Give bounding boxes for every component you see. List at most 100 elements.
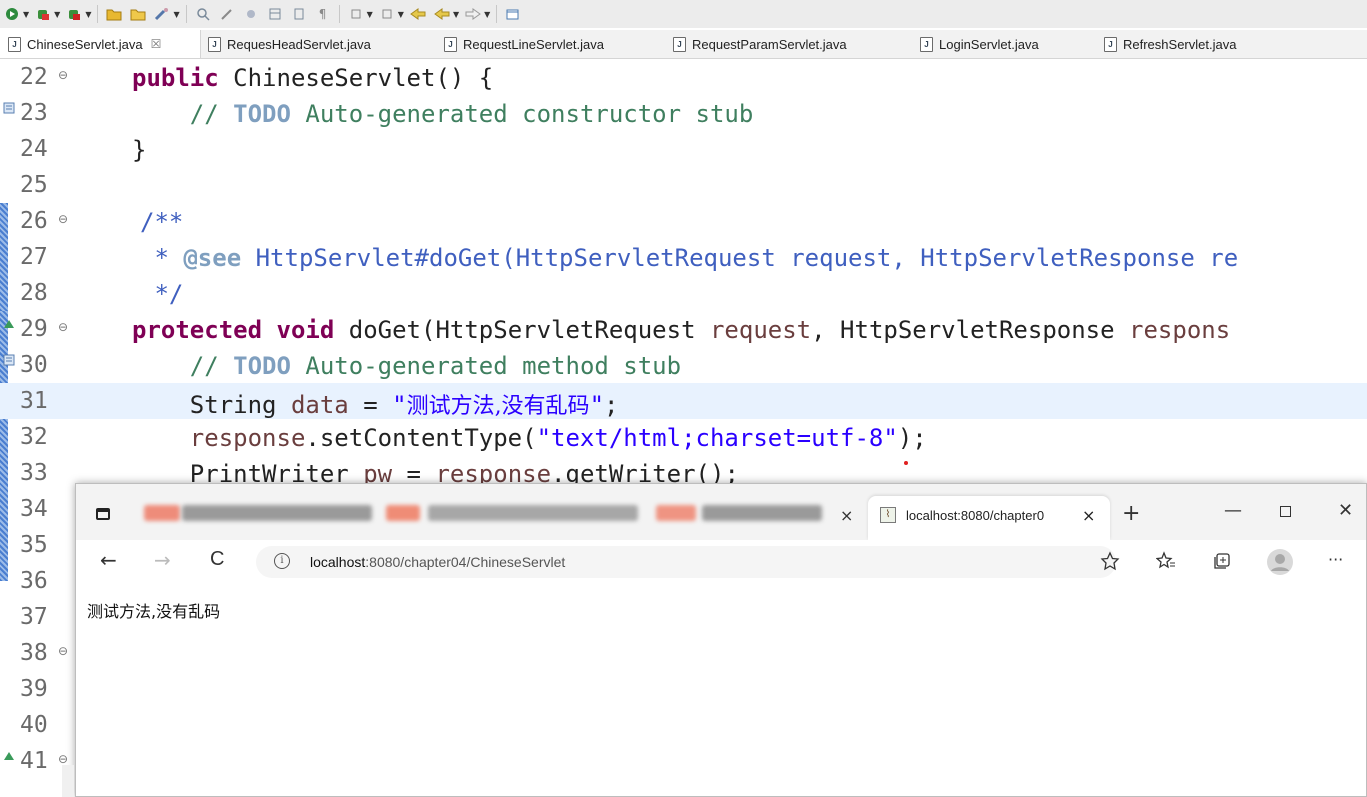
cursor-marker [904, 461, 908, 465]
paragraph-icon[interactable]: ¶ [313, 4, 333, 24]
code-content: // TODO Auto-generated method stub [132, 352, 681, 380]
open-folder-icon[interactable] [104, 4, 124, 24]
line-number: 37 [20, 604, 48, 630]
workspaces-icon[interactable] [96, 508, 110, 520]
fold-toggle-icon[interactable]: ⊖ [58, 644, 68, 658]
new-window-icon[interactable] [503, 4, 523, 24]
code-text: ChineseServlet() { [218, 64, 494, 92]
editor-tab-bar: J ChineseServlet.java ☒ J RequesHeadServ… [0, 30, 1367, 59]
url-text[interactable]: localhost:8080/chapter04/ChineseServlet [310, 554, 565, 570]
tab-refreshservlet[interactable]: J RefreshServlet.java [1104, 30, 1236, 58]
new-tab-button[interactable]: + [1122, 501, 1140, 526]
tab-requestlineservlet[interactable]: J RequestLineServlet.java [444, 30, 604, 58]
java-file-icon: J [673, 36, 686, 52]
chevron-down-icon[interactable]: ▼ [173, 10, 179, 19]
back-button[interactable]: ← [100, 548, 117, 572]
layout-icon[interactable] [265, 4, 285, 24]
brush-icon[interactable] [241, 4, 261, 24]
code-keyword: void [276, 316, 335, 344]
chevron-down-icon[interactable]: ▼ [54, 10, 60, 19]
chevron-down-icon[interactable]: ▼ [367, 10, 373, 19]
code-line[interactable]: 24} [0, 131, 1367, 167]
collections-icon[interactable] [1212, 551, 1232, 576]
profile-icon[interactable] [1266, 548, 1294, 581]
refresh-button[interactable]: C [210, 548, 224, 571]
tab-chineseservlet[interactable]: J ChineseServlet.java ☒ [0, 30, 201, 58]
open-project-icon[interactable] [128, 4, 148, 24]
back2-icon[interactable] [432, 4, 452, 24]
code-line[interactable]: 29 ⊖ protected void doGet(HttpServletReque… [0, 311, 1367, 347]
tab-loginservlet[interactable]: J LoginServlet.java [920, 30, 1039, 58]
java-file-icon: J [8, 36, 21, 52]
code-line[interactable]: 23 // TODO Auto-generated constructor st… [0, 95, 1367, 131]
tab-label: RequesHeadServlet.java [227, 36, 371, 52]
run-icon[interactable] [2, 4, 22, 24]
debug-icon[interactable] [33, 4, 53, 24]
code-line[interactable]: 22 ⊖ public ChineseServlet() { [0, 59, 1367, 95]
tab-label: LoginServlet.java [939, 36, 1039, 52]
line-number: 28 [20, 280, 48, 306]
back-icon[interactable] [408, 4, 428, 24]
more-icon[interactable]: ··· [1328, 550, 1343, 569]
line-number: 25 [20, 172, 48, 198]
forward-icon[interactable] [463, 4, 483, 24]
external-tools-icon[interactable] [64, 4, 84, 24]
tab-requesheadservlet[interactable]: J RequesHeadServlet.java [208, 30, 371, 58]
maximize-button[interactable] [1280, 506, 1291, 517]
code-comment: // [189, 100, 234, 128]
fold-toggle-icon[interactable]: ⊖ [58, 320, 68, 334]
fold-toggle-icon[interactable]: ⊖ [58, 752, 68, 766]
close-icon[interactable]: ☒ [151, 37, 162, 51]
code-todo: TODO [233, 352, 291, 380]
chevron-down-icon[interactable]: ▼ [484, 10, 490, 19]
print-icon[interactable] [289, 4, 309, 24]
code-javadoc-tag: @see [183, 244, 242, 272]
code-line[interactable]: 31 String data = "测试方法,没有乱码"; [0, 383, 1367, 419]
code-content: */ [140, 280, 183, 308]
code-text: doGet(HttpServletRequest [334, 316, 710, 344]
close-tab-icon[interactable]: × [1082, 506, 1095, 525]
fold-toggle-icon[interactable]: ⊖ [58, 212, 68, 226]
favorites-add-icon[interactable] [1100, 551, 1120, 576]
browser-tab-active[interactable]: ⌇ localhost:8080/chapter0 × [868, 496, 1110, 540]
code-line[interactable]: 26 ⊖ /** [0, 203, 1367, 239]
line-number: 31 [20, 388, 48, 414]
code-line[interactable]: 28 */ [0, 275, 1367, 311]
code-line[interactable]: 30 // TODO Auto-generated method stub [0, 347, 1367, 383]
code-string: " [589, 391, 605, 419]
close-window-button[interactable]: ✕ [1338, 500, 1353, 521]
line-number: 36 [20, 568, 48, 594]
address-bar[interactable]: i localhost:8080/chapter04/ChineseServle… [256, 546, 1116, 578]
search-icon[interactable] [193, 4, 213, 24]
browser-titlebar[interactable]: × ⌇ localhost:8080/chapter0 × + — ✕ [76, 484, 1366, 540]
line-number: 26 [20, 208, 48, 234]
minimize-button[interactable]: — [1224, 500, 1242, 521]
favorites-icon[interactable] [1155, 551, 1176, 576]
code-line[interactable]: 25 [0, 167, 1367, 203]
line-number: 39 [20, 676, 48, 702]
pen-icon[interactable] [217, 4, 237, 24]
fold-toggle-icon[interactable]: ⊖ [58, 68, 68, 82]
code-line[interactable]: 32 response.setContentType("text/html;ch… [0, 419, 1367, 455]
blurred-tabs [136, 502, 822, 524]
tab-requestparamservlet[interactable]: J RequestParamServlet.java [673, 30, 847, 58]
chevron-down-icon[interactable]: ▼ [23, 10, 29, 19]
tab-label: ChineseServlet.java [27, 36, 143, 52]
wrench-icon[interactable] [152, 4, 172, 24]
info-icon[interactable]: i [274, 553, 290, 569]
chevron-down-icon[interactable]: ▼ [453, 10, 459, 19]
step-into-icon[interactable] [346, 4, 366, 24]
step-over-icon[interactable] [377, 4, 397, 24]
forward-button[interactable]: → [154, 548, 171, 572]
code-line[interactable]: 27 * @see HttpServlet#doGet(HttpServletR… [0, 239, 1367, 275]
toolbar-divider [338, 5, 340, 23]
code-content: } [132, 136, 146, 164]
line-number: 23 [20, 100, 48, 126]
code-text: } [132, 136, 147, 164]
override-marker-icon [3, 318, 15, 333]
chevron-down-icon[interactable]: ▼ [398, 10, 404, 19]
close-tab-icon[interactable]: × [840, 506, 853, 525]
chevron-down-icon[interactable]: ▼ [85, 10, 91, 19]
toolbar-divider [97, 5, 99, 23]
browser-window[interactable]: × ⌇ localhost:8080/chapter0 × + — ✕ ← → … [75, 483, 1367, 797]
